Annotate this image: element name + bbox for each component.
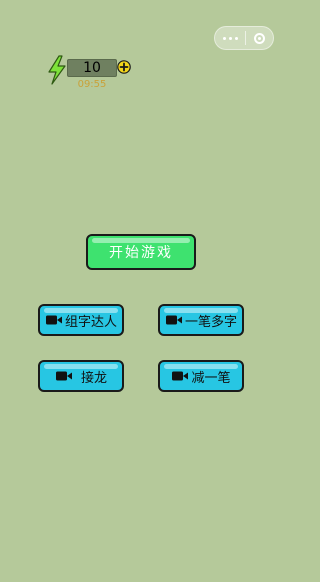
video-icon	[165, 315, 182, 325]
energy-timer: 09:55	[77, 79, 107, 90]
start-game-button[interactable]: 开始游戏	[86, 234, 196, 270]
lightning-icon	[48, 55, 66, 85]
mode-button-yibi[interactable]: 一笔多字	[158, 304, 244, 336]
start-game-label: 开始游戏	[109, 245, 173, 261]
dot-icon	[222, 36, 226, 40]
mode-label: 一笔多字	[184, 314, 237, 330]
mode-label: 组字达人	[64, 314, 117, 330]
plus-circle-icon[interactable]	[117, 60, 131, 74]
mode-button-jianyibi[interactable]: 减一笔	[158, 360, 244, 392]
mini-program-capsule	[214, 26, 274, 50]
mode-button-zuzi[interactable]: 组字达人	[38, 304, 124, 336]
video-icon	[172, 371, 189, 381]
dot-icon	[228, 36, 232, 40]
dot-icon	[234, 36, 238, 40]
energy-count: 10	[67, 59, 117, 77]
mode-label: 接龙	[80, 370, 107, 386]
mode-button-jielong[interactable]: 接龙	[38, 360, 124, 392]
video-icon	[55, 371, 72, 381]
more-options-button[interactable]	[215, 27, 245, 49]
close-mini-program-button[interactable]	[246, 27, 273, 49]
video-icon	[45, 315, 62, 325]
mode-label: 减一笔	[191, 370, 231, 386]
target-close-icon	[254, 32, 265, 44]
